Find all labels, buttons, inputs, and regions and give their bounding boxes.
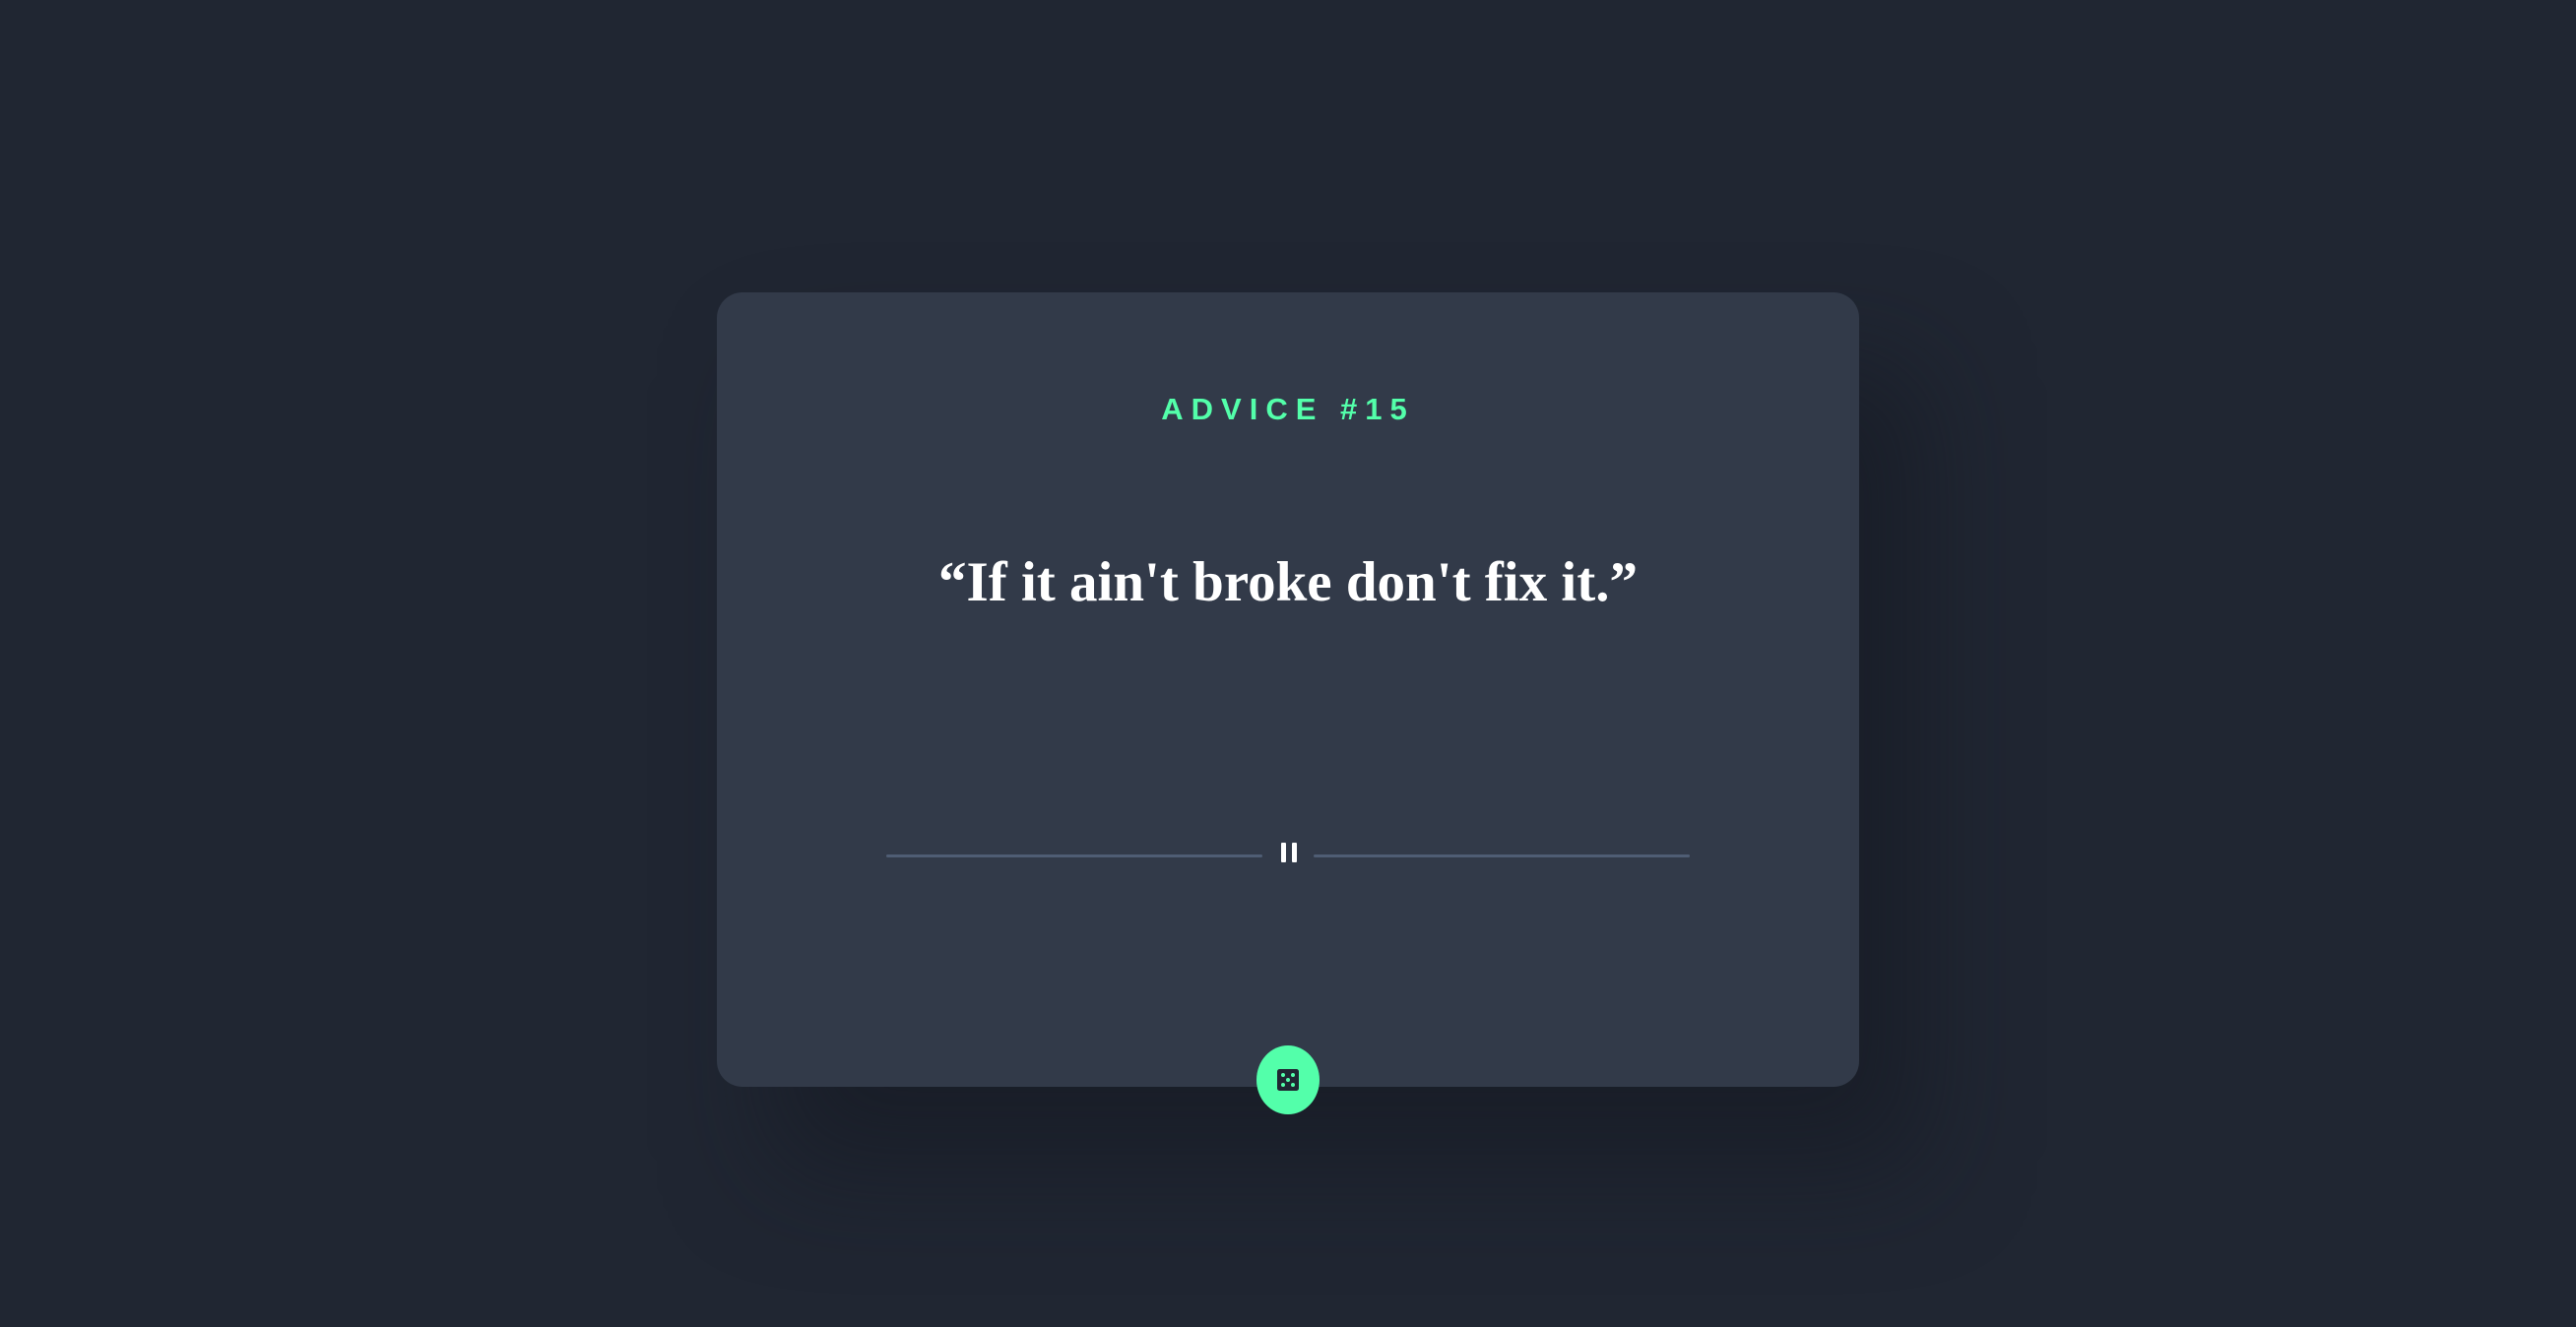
- divider-line-right: [1314, 854, 1690, 857]
- advice-id-heading: ADVICE #15: [1161, 392, 1415, 426]
- pause-icon: [1281, 843, 1299, 864]
- advice-card: ADVICE #15 “If it ain't broke don't fix …: [717, 292, 1859, 1087]
- quote-divider: [886, 842, 1690, 867]
- page-background: ADVICE #15 “If it ain't broke don't fix …: [0, 0, 2576, 1327]
- new-advice-button[interactable]: [1256, 1045, 1320, 1114]
- dice-icon: [1277, 1069, 1299, 1091]
- pause-icon-bar-left: [1281, 843, 1286, 862]
- divider-line-left: [886, 854, 1262, 857]
- pause-icon-bar-right: [1292, 843, 1297, 862]
- advice-quote: “If it ain't broke don't fix it.”: [938, 551, 1638, 613]
